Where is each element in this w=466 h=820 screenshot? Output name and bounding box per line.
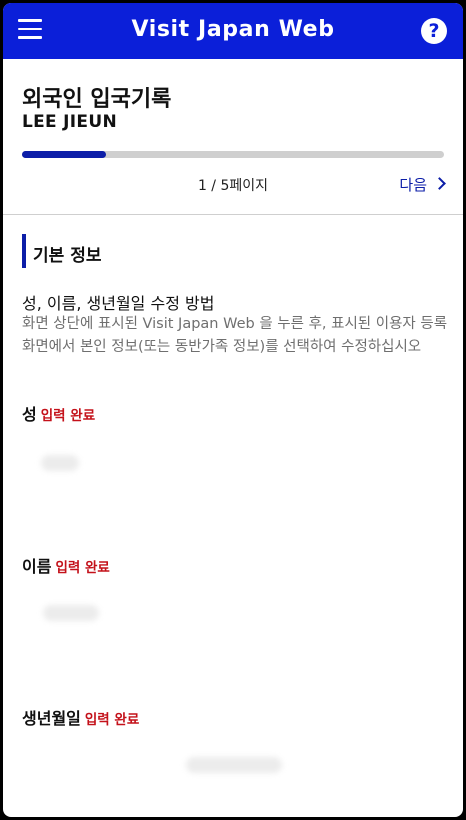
next-button-label: 다음 xyxy=(399,176,427,194)
section-accent-bar xyxy=(22,234,26,268)
progress-bar xyxy=(22,151,444,158)
page-indicator: 1 / 5페이지 xyxy=(197,178,269,194)
next-button[interactable]: 다음 xyxy=(399,174,446,195)
edit-howto-title: 성, 이름, 생년월일 수정 방법 xyxy=(22,294,215,313)
given-name-value-blurred xyxy=(43,605,99,621)
edit-howto-text: 화면 상단에 표시된 Visit Japan Web 을 누른 후, 표시된 이… xyxy=(22,316,448,355)
surname-value-blurred xyxy=(41,455,79,471)
birthdate-value-blurred xyxy=(186,757,282,773)
field-birthdate-label: 생년월일 입력 완료 xyxy=(22,705,139,729)
field-label-text: 성 xyxy=(22,405,37,424)
app-frame: Visit Japan Web ? 외국인 입국기록 LEE JIEUN 1 /… xyxy=(3,3,463,817)
field-label-text: 이름 xyxy=(22,557,52,576)
field-label-text: 생년월일 xyxy=(22,709,81,728)
status-badge: 입력 완료 xyxy=(84,712,140,728)
chevron-right-icon xyxy=(433,177,446,190)
progress-bar-fill xyxy=(22,151,107,158)
field-given-name-label: 이름 입력 완료 xyxy=(22,553,110,577)
section-title: 기본 정보 xyxy=(33,246,102,266)
divider xyxy=(3,214,463,215)
top-bar: Visit Japan Web ? xyxy=(3,3,463,59)
status-badge: 입력 완료 xyxy=(40,408,96,424)
page-title: 외국인 입국기록 xyxy=(22,87,172,112)
app-title[interactable]: Visit Japan Web xyxy=(3,17,463,42)
field-surname-label: 성 입력 완료 xyxy=(22,401,95,425)
status-badge: 입력 완료 xyxy=(55,560,110,576)
traveler-name: LEE JIEUN xyxy=(22,112,117,132)
help-question-icon[interactable]: ? xyxy=(421,18,447,44)
